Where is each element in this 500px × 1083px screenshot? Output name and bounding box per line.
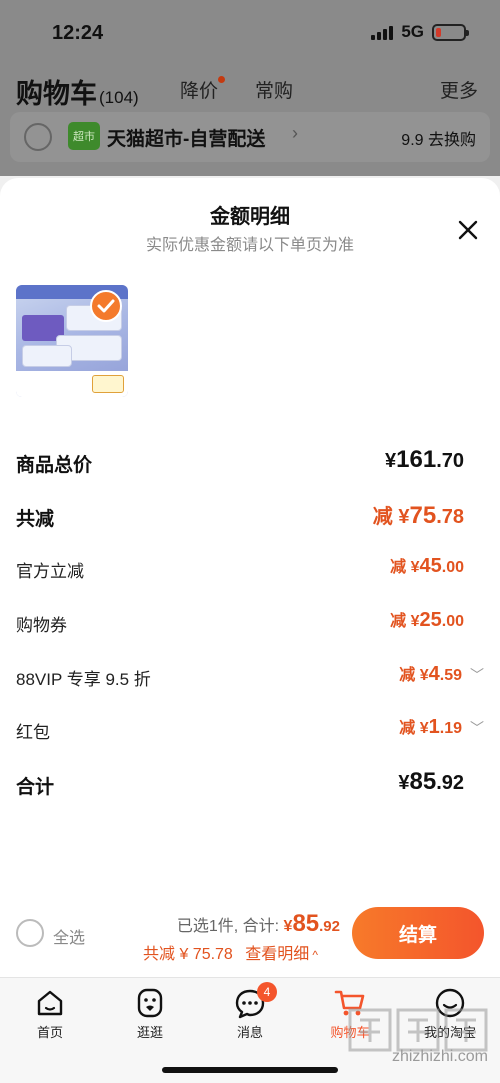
message-icon: 4 (233, 982, 277, 1020)
discount-summary[interactable]: 共减 ¥ 75.78 查看明细 ^ (143, 940, 318, 964)
tab-label: 逛逛 (136, 1025, 163, 1040)
row-label: 购物券 (16, 616, 67, 635)
tab-price-drop[interactable]: 降价 (180, 76, 226, 103)
status-time: 12:24 (52, 22, 104, 44)
sheet-title: 金额明细 (210, 206, 290, 228)
row-total-discount: 共减 减 ¥75.78 (16, 498, 484, 532)
tab-label: 消息 (236, 1025, 263, 1040)
store-name[interactable]: 天猫超市-自营配送 (107, 124, 265, 151)
notification-dot (218, 76, 226, 83)
amount-detail-sheet: 金额明细 实际优惠金额请以下单页为准 商品总价 ¥161.70 共减 减 ¥75… (0, 178, 500, 977)
row-value: 减 ¥45.00 (390, 555, 464, 577)
network-type: 5G (401, 22, 424, 41)
close-button[interactable] (456, 218, 480, 242)
tab-browse[interactable]: 逛逛 (115, 986, 185, 1041)
tab-frequent[interactable]: 常购 (255, 76, 293, 103)
row-label: 共减 (16, 509, 55, 530)
store-promo[interactable]: 9.9 去换购 (401, 126, 476, 150)
row-subtotal: 商品总价 ¥161.70 (16, 444, 484, 478)
chevron-up-icon: ^ (312, 948, 318, 962)
chevron-down-icon[interactable]: ﹀ (470, 665, 484, 685)
row-total: 合计 ¥85.92 (16, 766, 484, 800)
discount-text: 共减 ¥ 75.78 (143, 946, 233, 963)
signal-icon (371, 24, 394, 40)
tab-price-drop-label: 降价 (180, 81, 219, 102)
watermark-logo (348, 1008, 488, 1078)
row-value: 减 ¥75.78 (372, 502, 464, 529)
checkout-button[interactable]: 结算 (352, 907, 484, 959)
chevron-right-icon: › (292, 123, 298, 143)
watermark-text: zhizhizhi.com (391, 1048, 488, 1065)
home-icon (33, 986, 67, 1020)
page-title: 购物车 (104) (16, 72, 139, 111)
row-label: 88VIP 专享 9.5 折 (16, 670, 151, 689)
tab-home[interactable]: 首页 (15, 986, 85, 1041)
row-value: ¥161.70 (385, 446, 464, 473)
row-label: 合计 (16, 777, 55, 798)
selected-count-text: 已选1件, 合计: (176, 918, 280, 935)
row-label: 官方立减 (16, 562, 84, 581)
row-value: 减 ¥25.00 (390, 609, 464, 631)
selected-summary: 已选1件, 合计: ¥85.92 (177, 910, 340, 938)
cart-header: 购物车 (104) 降价 常购 更多 超市 天猫超市-自营配送 › 9.9 去换购 (0, 66, 500, 176)
message-badge: 4 (257, 982, 277, 1002)
cart-count: (104) (99, 88, 139, 107)
tab-messages[interactable]: 4 消息 (215, 982, 285, 1041)
select-all-radio[interactable] (16, 919, 44, 947)
store-select-radio[interactable] (24, 123, 52, 151)
row-official-discount: 官方立减 减 ¥45.00 (16, 551, 484, 585)
store-logo-text: 超市 (73, 131, 95, 143)
select-all-label[interactable]: 全选 (53, 924, 85, 948)
tab-label: 首页 (36, 1025, 63, 1040)
row-value: 减 ¥4.59 (399, 663, 462, 685)
view-detail-link[interactable]: 查看明细 (245, 946, 309, 963)
row-label: 商品总价 (16, 455, 93, 476)
row-red-packet[interactable]: 红包 减 ¥1.19 ﹀ (16, 712, 484, 746)
row-coupon: 购物券 减 ¥25.00 (16, 605, 484, 639)
bottom-tab-bar: 首页 逛逛 4 消息 购物车 我的淘宝 zhizhizhi.com (0, 977, 500, 1083)
battery-icon (432, 23, 469, 41)
status-bar: 12:24 5G (0, 0, 500, 66)
sheet-subtitle: 实际优惠金额请以下单页为准 (145, 237, 354, 254)
cart-title-text: 购物车 (16, 79, 97, 109)
row-label: 红包 (16, 723, 50, 742)
row-88vip[interactable]: 88VIP 专享 9.5 折 减 ¥4.59 ﹀ (16, 659, 484, 693)
checkout-total: ¥85.92 (283, 910, 340, 937)
close-icon (458, 220, 478, 240)
row-value: ¥85.92 (398, 768, 464, 795)
browse-icon (133, 986, 167, 1020)
status-indicators: 5G (371, 22, 469, 42)
checkout-bar: 全选 已选1件, 合计: ¥85.92 共减 ¥ 75.78 查看明细 ^ 结算 (0, 900, 500, 977)
store-row[interactable]: 超市 天猫超市-自营配送 › 9.9 去换购 (10, 112, 490, 162)
row-value: 减 ¥1.19 (399, 716, 462, 738)
selected-check-icon (90, 290, 122, 322)
chevron-down-icon[interactable]: ﹀ (470, 718, 484, 738)
more-button[interactable]: 更多 (440, 76, 478, 103)
home-indicator (162, 1067, 338, 1073)
store-logo: 超市 (68, 122, 100, 150)
